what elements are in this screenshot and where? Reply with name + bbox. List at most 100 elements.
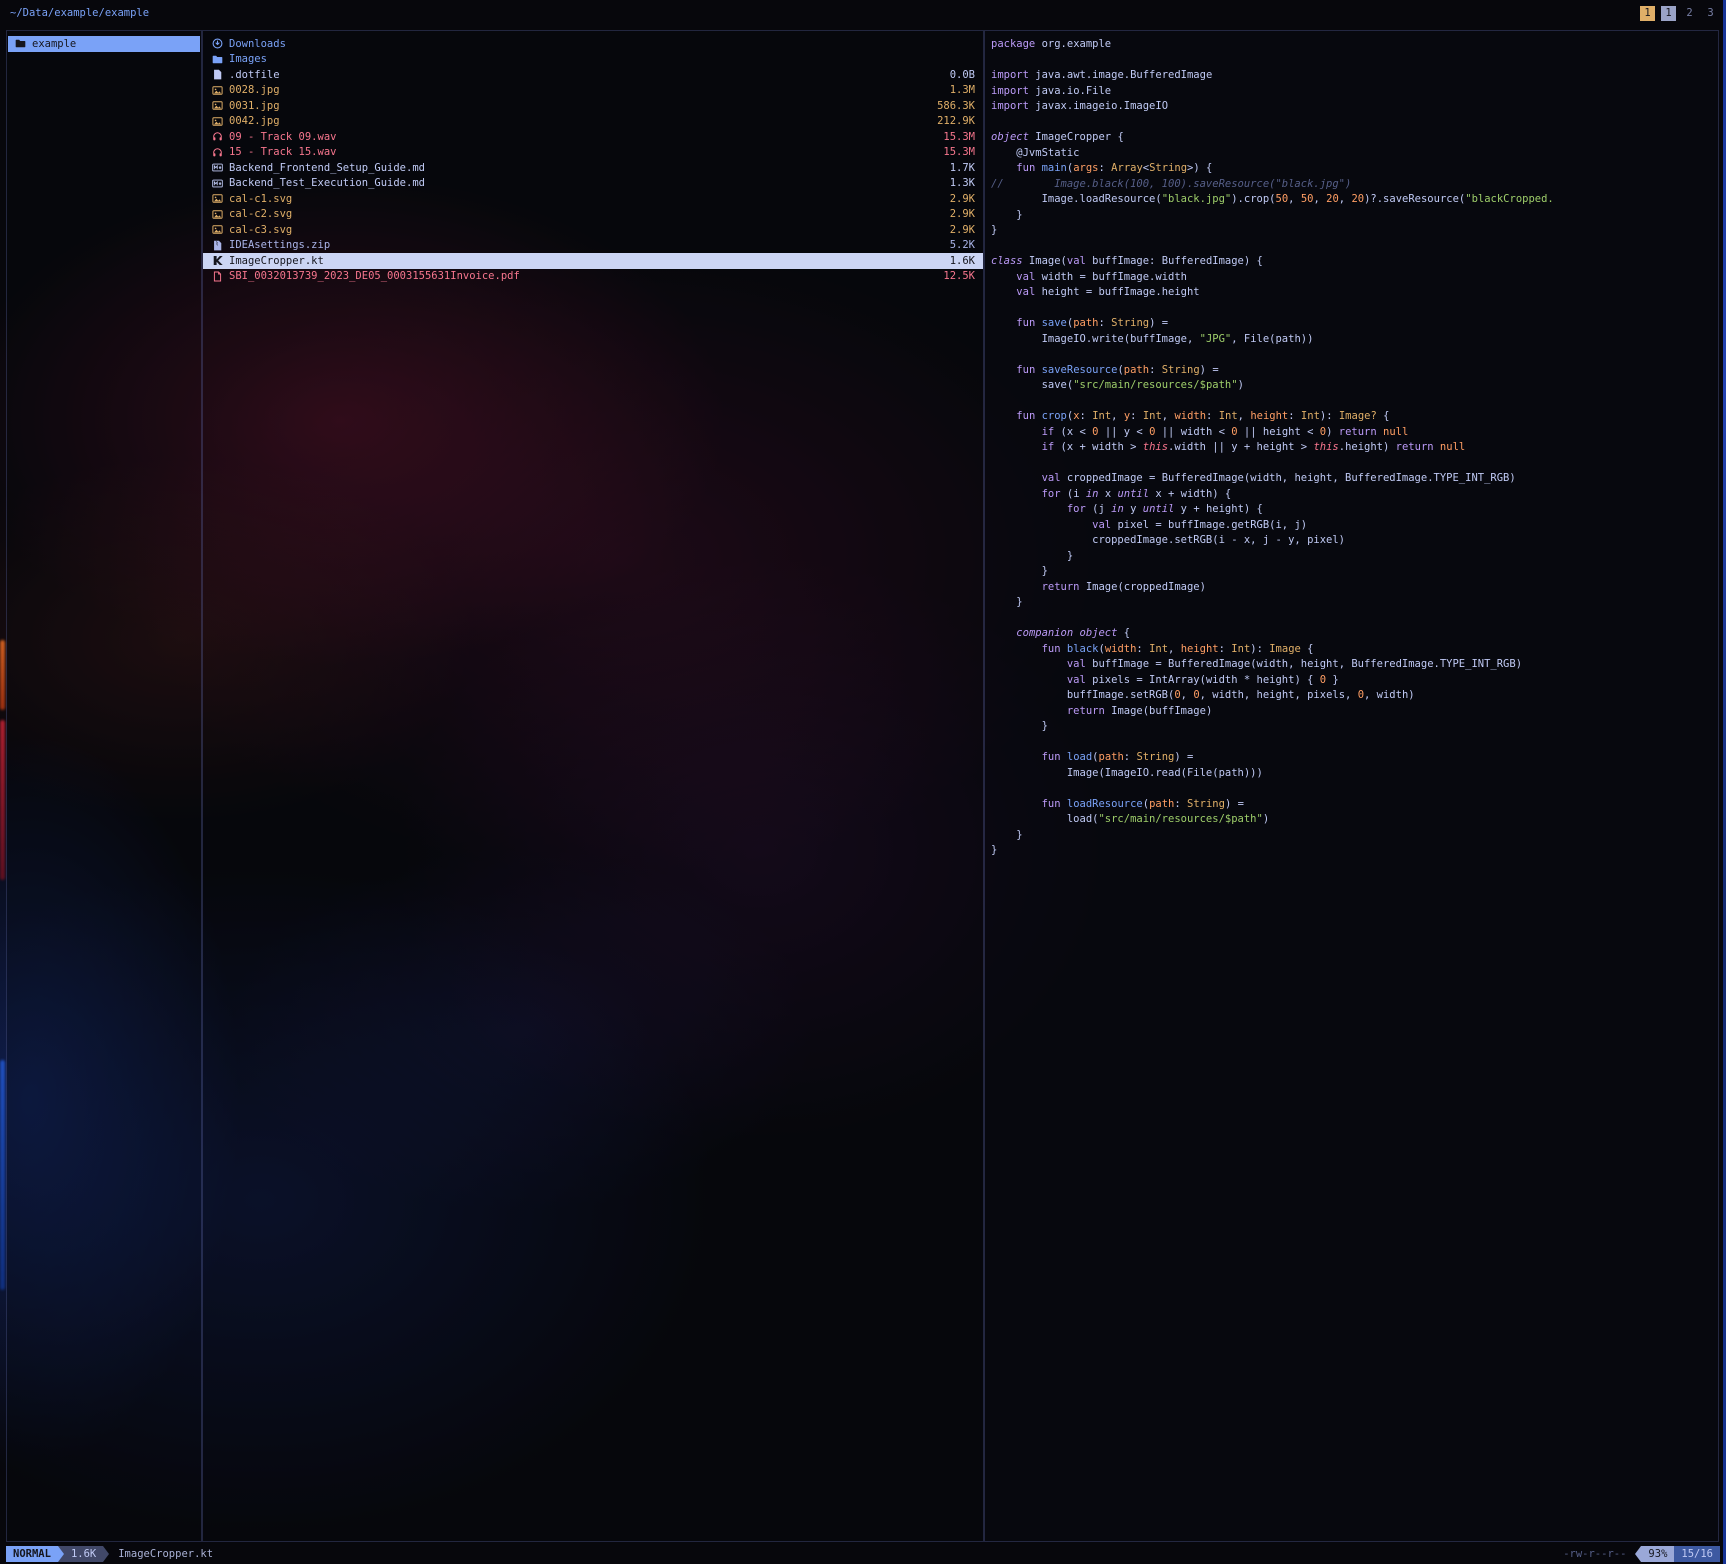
file-icon [211,69,224,80]
folder-icon [211,54,224,65]
file-panel: DownloadsImages.dotfile0.0B0028.jpg1.3M0… [202,30,984,1542]
mode-indicator: NORMAL [6,1546,58,1562]
cursor-position-badge: 15/16 [1674,1546,1720,1562]
code-line: } [991,223,1718,239]
file-row[interactable]: 0028.jpg1.3M [203,83,983,99]
code-line: val pixels = IntArray(width * height) { … [991,673,1718,689]
code-line [991,53,1718,69]
code-line: fun main(args: Array<String>) { [991,161,1718,177]
file-row[interactable]: cal-c1.svg2.9K [203,191,983,207]
powerline-separator [103,1546,109,1562]
code-line: companion object { [991,626,1718,642]
file-size: 2.9K [950,224,975,236]
code-line: buffImage.setRGB(0, 0, width, height, pi… [991,688,1718,704]
code-line: croppedImage.setRGB(i - x, j - y, pixel) [991,533,1718,549]
code-line: val croppedImage = BufferedImage(width, … [991,471,1718,487]
file-name: ImageCropper.kt [229,255,945,267]
file-size: 15.3M [943,146,975,158]
code-line: if (x < 0 || y < 0 || width < 0 || heigh… [991,425,1718,441]
preview-panel: package org.example import java.awt.imag… [984,30,1719,1542]
scroll-percent-badge: 93% [1641,1546,1674,1562]
file-size: 1.6K [950,255,975,267]
file-size: 0.0B [950,69,975,81]
folder-icon [14,38,27,49]
code-line: fun saveResource(path: String) = [991,363,1718,379]
code-view: package org.example import java.awt.imag… [985,31,1718,859]
file-size: 2.9K [950,193,975,205]
file-panel-list: DownloadsImages.dotfile0.0B0028.jpg1.3M0… [203,31,983,284]
file-row[interactable]: Backend_Test_Execution_Guide.md1.3K [203,176,983,192]
code-line: import java.awt.image.BufferedImage [991,68,1718,84]
code-line: fun save(path: String) = [991,316,1718,332]
file-row[interactable]: 15 - Track 15.wav 15.3M [203,145,983,161]
file-row[interactable]: cal-c2.svg 2.9K [203,207,983,223]
file-row[interactable]: .dotfile 0.0B [203,67,983,83]
file-row[interactable]: 09 - Track 09.wav 15.3M [203,129,983,145]
file-name: .dotfile [229,69,945,81]
file-size-badge: 1.6K [64,1546,103,1562]
download-icon [211,38,224,49]
tab-2[interactable]: 1 [1661,6,1676,21]
file-name: Backend_Frontend_Setup_Guide.md [229,162,945,174]
file-row[interactable]: 0031.jpg586.3K [203,98,983,114]
zip-icon [211,240,224,251]
file-size: 212.9K [937,115,975,127]
code-line [991,781,1718,797]
file-row[interactable]: 0042.jpg212.9K [203,114,983,130]
file-permissions: -rw-r--r-- [1563,1548,1626,1560]
tab-1[interactable]: 1 [1640,6,1655,21]
file-size: 586.3K [937,100,975,112]
tab-list: 1123 [1634,6,1718,21]
file-name: SBI_0032013739_2023_DE05_0003155631Invoi… [229,270,938,282]
code-line: ImageIO.write(buffImage, "JPG", File(pat… [991,332,1718,348]
file-size: 2.9K [950,208,975,220]
code-line: } [991,595,1718,611]
file-name: cal-c3.svg [229,224,945,236]
code-line: save("src/main/resources/$path") [991,378,1718,394]
code-line: fun load(path: String) = [991,750,1718,766]
file-row[interactable]: Images [203,52,983,68]
file-row[interactable]: Downloads [203,36,983,52]
code-line [991,347,1718,363]
file-size: 1.3M [950,84,975,96]
image-icon [211,116,224,127]
audio-icon [211,131,224,142]
file-name: Downloads [229,38,970,50]
status-right-group: -rw-r--r-- 93% 15/16 [1563,1546,1720,1562]
code-line: package org.example [991,37,1718,53]
file-row[interactable]: SBI_0032013739_2023_DE05_0003155631Invoi… [203,269,983,285]
file-size: 12.5K [943,270,975,282]
code-line [991,735,1718,751]
breadcrumb-path: ~/Data/example/example [10,7,149,19]
file-name: 15 - Track 15.wav [229,146,938,158]
file-row[interactable]: ImageCropper.kt 1.6K [203,253,983,269]
tab-4[interactable]: 3 [1703,6,1718,21]
code-line [991,239,1718,255]
code-line: if (x + width > this.width || y + height… [991,440,1718,456]
file-row[interactable]: cal-c3.svg 2.9K [203,222,983,238]
parent-panel-list: example [7,36,201,52]
file-row[interactable]: Backend_Frontend_Setup_Guide.md1.7K [203,160,983,176]
image-icon [211,85,224,96]
code-line: load("src/main/resources/$path") [991,812,1718,828]
file-size: 15.3M [943,131,975,143]
code-line: } [991,564,1718,580]
file-row[interactable]: IDEAsettings.zip 5.2K [203,238,983,254]
file-name: 09 - Track 09.wav [229,131,938,143]
file-name: IDEAsettings.zip [229,239,945,251]
parent-item-example[interactable]: example [8,36,200,52]
code-line: // Image.black(100, 100).saveResource("b… [991,177,1718,193]
file-name: cal-c2.svg [229,208,945,220]
code-line: import javax.imageio.ImageIO [991,99,1718,115]
file-name: Images [229,53,970,65]
code-line [991,456,1718,472]
code-line: val pixel = buffImage.getRGB(i, j) [991,518,1718,534]
status-left-group: NORMAL 1.6K ImageCropper.kt [6,1546,213,1562]
tab-3[interactable]: 2 [1682,6,1697,21]
file-size: 5.2K [950,239,975,251]
image-icon [211,224,224,235]
markdown-icon [211,178,224,189]
code-line: @JvmStatic [991,146,1718,162]
code-line [991,115,1718,131]
status-filename: ImageCropper.kt [118,1548,213,1560]
